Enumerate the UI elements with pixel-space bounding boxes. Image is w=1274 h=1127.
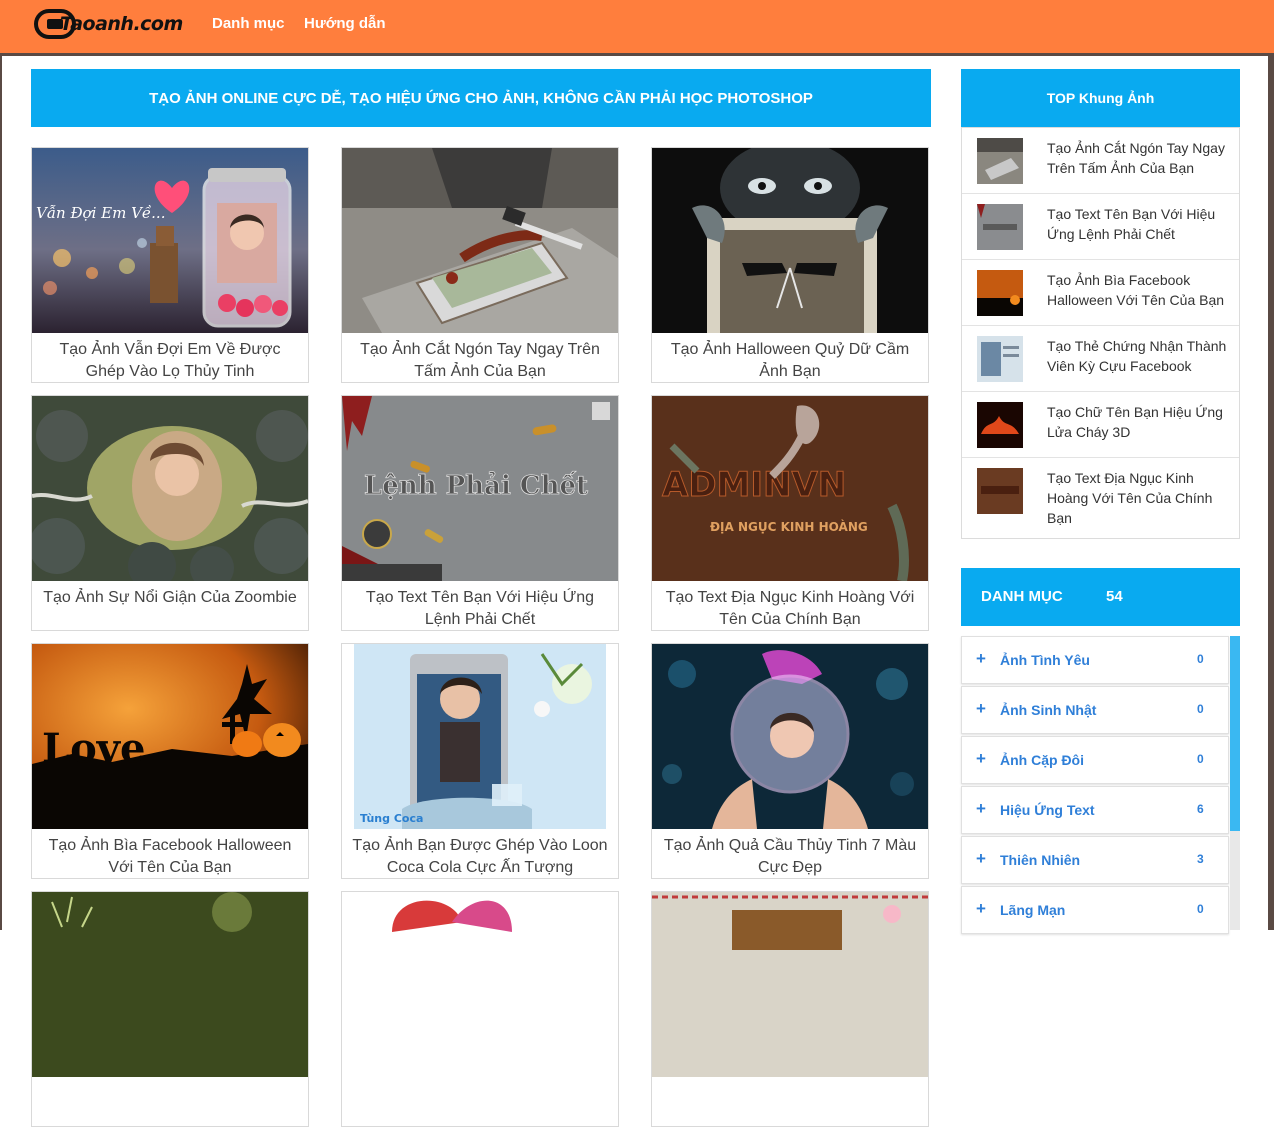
top-frame-item[interactable]: Tạo Text Địa Ngục Kinh Hoàng Với Tên Của… bbox=[962, 458, 1239, 538]
top-frame-item[interactable]: Tạo Chữ Tên Bạn Hiệu Ứng Lửa Cháy 3D bbox=[962, 392, 1239, 458]
card-title[interactable]: Tạo Ảnh Cắt Ngón Tay Ngay Trên Tấm Ảnh C… bbox=[348, 339, 612, 382]
card-overlay-text: ĐỊA NGỤC KINH HOÀNG bbox=[710, 519, 868, 534]
right-border bbox=[1268, 53, 1274, 930]
card-thumbnail bbox=[32, 396, 308, 581]
card-item[interactable] bbox=[31, 891, 309, 1127]
category-list: + Ảnh Tình Yêu 0 + Ảnh Sinh Nhật 0 + Ảnh… bbox=[961, 636, 1229, 934]
plus-icon: + bbox=[976, 749, 986, 768]
card-title[interactable]: Tạo Ảnh Halloween Quỷ Dữ Cầm Ảnh Bạn bbox=[658, 339, 922, 382]
category-count: 0 bbox=[1197, 752, 1204, 766]
category-scrollbar[interactable] bbox=[1230, 636, 1240, 930]
card-overlay-text: Love bbox=[42, 725, 146, 772]
category-item[interactable]: + Ảnh Cặp Đôi 0 bbox=[961, 736, 1229, 784]
category-item[interactable]: + Lãng Mạn 0 bbox=[961, 886, 1229, 934]
card-title[interactable]: Tạo Ảnh Bìa Facebook Halloween Với Tên C… bbox=[38, 835, 302, 878]
top-frame-item[interactable]: Tạo Ảnh Bìa Facebook Halloween Với Tên C… bbox=[962, 260, 1239, 326]
category-heading: DANH MỤC 54 bbox=[961, 568, 1240, 626]
top-frame-thumbnail bbox=[977, 336, 1023, 382]
card-title[interactable]: Tạo Text Tên Bạn Với Hiệu Ứng Lệnh Phải … bbox=[348, 587, 612, 630]
top-frame-title[interactable]: Tạo Text Địa Ngục Kinh Hoàng Với Tên Của… bbox=[1047, 468, 1227, 528]
category-item[interactable]: + Ảnh Tình Yêu 0 bbox=[961, 636, 1229, 684]
card-item[interactable]: ADMINVN ĐỊA NGỤC KINH HOÀNG Tạo Text Địa… bbox=[651, 395, 929, 631]
card-thumbnail bbox=[342, 892, 618, 1077]
category-item[interactable]: + Hiệu Ứng Text 6 bbox=[961, 786, 1229, 834]
top-navbar: Taoanh.com Danh mục Hướng dẫn bbox=[0, 0, 1274, 56]
top-frame-title[interactable]: Tạo Chữ Tên Bạn Hiệu Ứng Lửa Cháy 3D bbox=[1047, 402, 1227, 442]
top-frames-heading: TOP Khung Ảnh bbox=[961, 69, 1240, 127]
site-logo[interactable]: Taoanh.com bbox=[34, 9, 184, 41]
category-count: 6 bbox=[1197, 802, 1204, 816]
card-title[interactable]: Tạo Text Địa Ngục Kinh Hoàng Với Tên Của… bbox=[658, 587, 922, 630]
top-frame-thumbnail bbox=[977, 402, 1023, 448]
top-frame-title[interactable]: Tạo Text Tên Bạn Với Hiệu Ứng Lệnh Phải … bbox=[1047, 204, 1227, 244]
category-total-count: 54 bbox=[1106, 588, 1123, 605]
card-item[interactable]: Tùng Coca Tạo Ảnh Bạn Được Ghép Vào Loon… bbox=[341, 643, 619, 879]
top-frame-item[interactable]: Tạo Text Tên Bạn Với Hiệu Ứng Lệnh Phải … bbox=[962, 194, 1239, 260]
card-thumbnail bbox=[652, 644, 928, 829]
category-item[interactable]: + Ảnh Sinh Nhật 0 bbox=[961, 686, 1229, 734]
card-title[interactable]: Tạo Ảnh Vẫn Đợi Em Về Được Ghép Vào Lọ T… bbox=[38, 339, 302, 382]
top-frame-title[interactable]: Tạo Thẻ Chứng Nhận Thành Viên Kỳ Cựu Fac… bbox=[1047, 336, 1227, 376]
card-item[interactable]: Tạo Ảnh Halloween Quỷ Dữ Cầm Ảnh Bạn bbox=[651, 147, 929, 383]
card-title[interactable]: Tạo Ảnh Sự Nổi Giận Của Zoombie bbox=[38, 587, 302, 609]
plus-icon: + bbox=[976, 799, 986, 818]
category-name[interactable]: Ảnh Cặp Đôi bbox=[1000, 752, 1084, 768]
category-count: 0 bbox=[1197, 652, 1204, 666]
card-thumbnail: Love bbox=[32, 644, 308, 829]
card-title[interactable]: Tạo Ảnh Quả Cầu Thủy Tinh 7 Màu Cực Đẹp bbox=[658, 835, 922, 878]
category-name[interactable]: Ảnh Tình Yêu bbox=[1000, 652, 1090, 668]
card-item[interactable]: Vẫn Đợi Em Về... Tạo Ảnh Vẫn Đợi Em Về Đ… bbox=[31, 147, 309, 383]
card-item[interactable]: Tạo Ảnh Cắt Ngón Tay Ngay Trên Tấm Ảnh C… bbox=[341, 147, 619, 383]
card-item[interactable] bbox=[651, 891, 929, 1127]
card-thumbnail bbox=[652, 892, 928, 1077]
card-thumbnail: Vẫn Đợi Em Về... bbox=[32, 148, 308, 333]
category-count: 0 bbox=[1197, 702, 1204, 716]
card-overlay-text: Vẫn Đợi Em Về... bbox=[36, 204, 165, 222]
card-item[interactable]: Lệnh Phải Chết Tạo Text Tên Bạn Với Hiệu… bbox=[341, 395, 619, 631]
plus-icon: + bbox=[976, 699, 986, 718]
plus-icon: + bbox=[976, 899, 986, 918]
logo-text: Taoanh.com bbox=[60, 13, 183, 35]
card-thumbnail bbox=[32, 892, 308, 1077]
card-thumbnail: Tùng Coca bbox=[342, 644, 618, 829]
card-overlay-text: Tùng Coca bbox=[360, 812, 423, 825]
top-frame-item[interactable]: Tạo Ảnh Cắt Ngón Tay Ngay Trên Tấm Ảnh C… bbox=[962, 128, 1239, 194]
top-frame-thumbnail bbox=[977, 204, 1023, 250]
page-banner: TẠO ẢNH ONLINE CỰC DỄ, TẠO HIỆU ỨNG CHO … bbox=[31, 69, 931, 127]
card-item[interactable]: Tạo Ảnh Sự Nổi Giận Của Zoombie bbox=[31, 395, 309, 631]
category-name[interactable]: Hiệu Ứng Text bbox=[1000, 802, 1095, 818]
category-count: 0 bbox=[1197, 902, 1204, 916]
card-item[interactable]: Tạo Ảnh Quả Cầu Thủy Tinh 7 Màu Cực Đẹp bbox=[651, 643, 929, 879]
category-scrollbar-thumb[interactable] bbox=[1230, 636, 1240, 831]
top-frame-item[interactable]: Tạo Thẻ Chứng Nhận Thành Viên Kỳ Cựu Fac… bbox=[962, 326, 1239, 392]
category-item[interactable]: + Thiên Nhiên 3 bbox=[961, 836, 1229, 884]
svg-text:ADMINVN: ADMINVN bbox=[662, 465, 846, 505]
left-border bbox=[0, 53, 2, 930]
category-name[interactable]: Ảnh Sinh Nhật bbox=[1000, 702, 1096, 718]
card-item[interactable]: Love Tạo Ảnh Bìa Facebook Halloween Với … bbox=[31, 643, 309, 879]
category-name[interactable]: Thiên Nhiên bbox=[1000, 852, 1080, 868]
card-title[interactable]: Tạo Ảnh Bạn Được Ghép Vào Loon Coca Cola… bbox=[348, 835, 612, 878]
top-frame-thumbnail bbox=[977, 270, 1023, 316]
category-count: 3 bbox=[1197, 852, 1204, 866]
category-name[interactable]: Lãng Mạn bbox=[1000, 902, 1065, 918]
top-frames-list: Tạo Ảnh Cắt Ngón Tay Ngay Trên Tấm Ảnh C… bbox=[961, 127, 1240, 539]
nav-huong-dan[interactable]: Hướng dẫn bbox=[304, 15, 386, 32]
card-overlay-text: Lệnh Phải Chết bbox=[364, 470, 588, 501]
top-frame-title[interactable]: Tạo Ảnh Bìa Facebook Halloween Với Tên C… bbox=[1047, 270, 1227, 310]
top-frame-title[interactable]: Tạo Ảnh Cắt Ngón Tay Ngay Trên Tấm Ảnh C… bbox=[1047, 138, 1227, 178]
card-item[interactable] bbox=[341, 891, 619, 1127]
plus-icon: + bbox=[976, 649, 986, 668]
plus-icon: + bbox=[976, 849, 986, 868]
card-thumbnail bbox=[652, 148, 928, 333]
category-heading-label: DANH MỤC bbox=[981, 588, 1063, 605]
card-thumbnail bbox=[342, 148, 618, 333]
top-frame-thumbnail bbox=[977, 468, 1023, 514]
top-frame-thumbnail bbox=[977, 138, 1023, 184]
card-thumbnail: ADMINVN ĐỊA NGỤC KINH HOÀNG bbox=[652, 396, 928, 581]
card-thumbnail: Lệnh Phải Chết bbox=[342, 396, 618, 581]
nav-danh-muc[interactable]: Danh mục bbox=[212, 15, 285, 32]
